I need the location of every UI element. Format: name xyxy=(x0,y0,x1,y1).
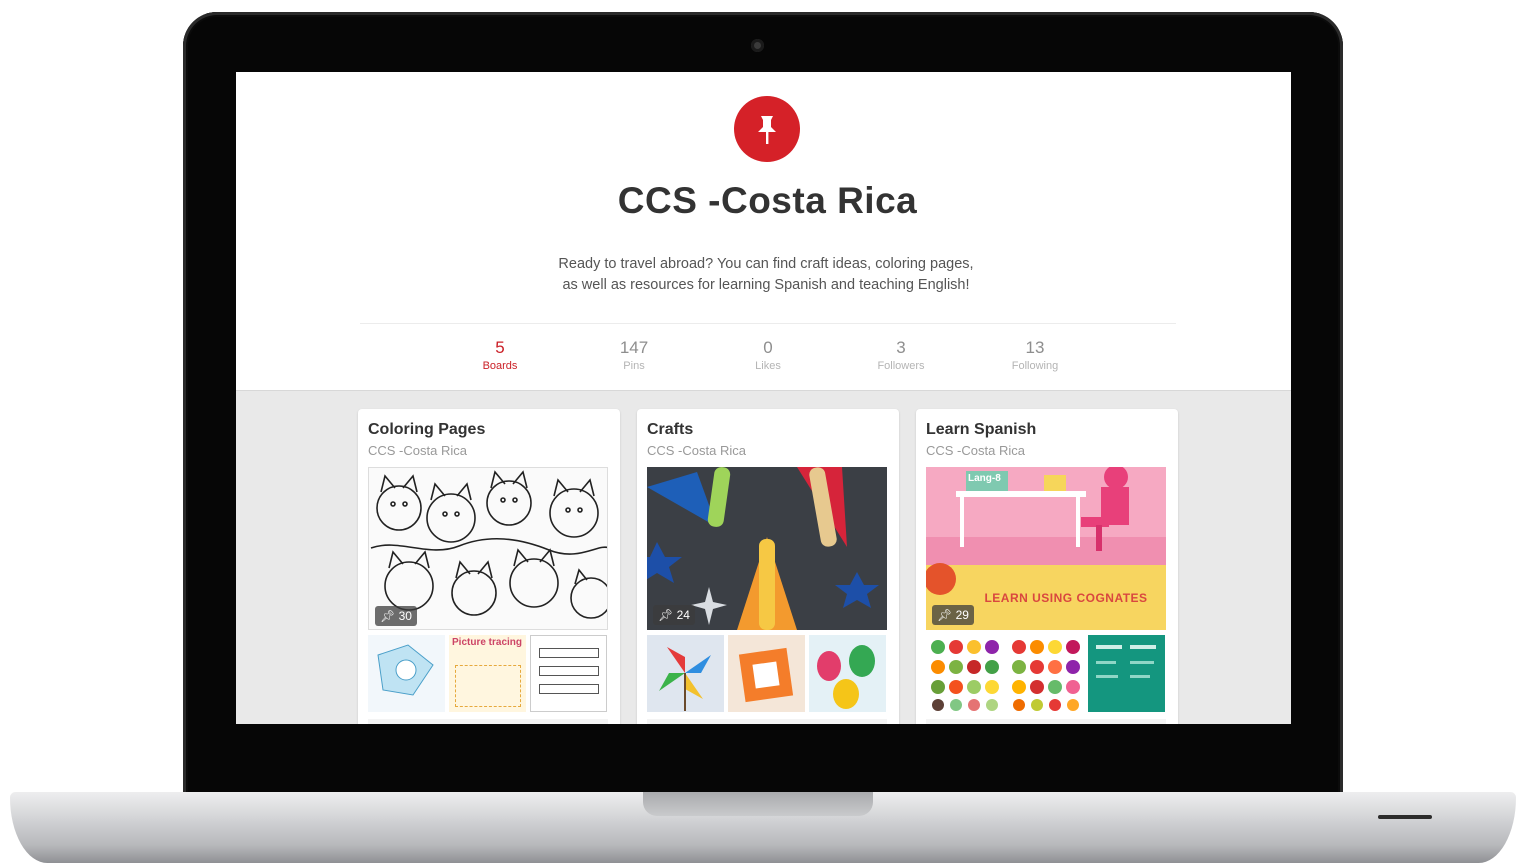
pushpin-icon: 📌︎ xyxy=(658,608,674,622)
description-line-2: as well as resources for learning Spanis… xyxy=(562,277,970,293)
pins-label: Pins xyxy=(623,360,645,372)
description-line-1: Ready to travel abroad? You can find cra… xyxy=(558,256,974,272)
coloring-thumbnail-image xyxy=(377,644,434,696)
board-more-row xyxy=(647,719,887,724)
pins-count: 147 xyxy=(619,338,649,357)
pin-count-badge: 📌︎ 30 xyxy=(375,606,417,626)
pin-count-badge: 📌︎ 24 xyxy=(653,605,695,625)
board-thumbnail[interactable]: Picture tracing xyxy=(449,635,526,712)
following-count: 13 xyxy=(1025,338,1045,357)
board-owner[interactable]: CCS -Costa Rica xyxy=(926,443,1025,458)
board-thumbnail[interactable] xyxy=(926,635,1003,712)
cover-tag: Lang-8 xyxy=(968,473,1001,484)
stats-divider xyxy=(360,323,1176,324)
board-card-learn-spanish[interactable]: Learn Spanish CCS -Costa Rica Lang-8 LEA… xyxy=(916,409,1178,724)
board-more-row xyxy=(368,719,608,724)
pin-count: 30 xyxy=(398,609,412,623)
likes-count: 0 xyxy=(763,338,773,357)
board-thumbnail[interactable] xyxy=(368,635,445,712)
pushpin-icon: 📌︎ xyxy=(380,609,396,623)
pinwheel-image xyxy=(659,647,711,711)
board-cover-image[interactable]: Lang-8 LEARN USING COGNATES 📌︎ 29 xyxy=(926,467,1166,630)
board-thumbnail[interactable] xyxy=(530,635,607,712)
webcam-icon xyxy=(751,39,764,52)
pin-count: 29 xyxy=(955,608,969,622)
laptop-screen: CCS -Costa Rica Ready to travel abroad? … xyxy=(236,72,1291,724)
board-thumbnail[interactable] xyxy=(1088,635,1165,712)
board-card-coloring-pages[interactable]: Coloring Pages CCS -Costa Rica 📌︎ 30 Pic… xyxy=(358,409,620,724)
board-card-crafts[interactable]: Crafts CCS -Costa Rica 📌︎ 24 xyxy=(637,409,899,724)
pin-count-badge: 📌︎ 29 xyxy=(932,605,974,625)
board-more-row xyxy=(926,719,1166,724)
boards-label: Boards xyxy=(482,360,518,372)
board-title: Crafts xyxy=(647,421,694,438)
following-label: Following xyxy=(1011,360,1059,372)
board-title: Coloring Pages xyxy=(368,421,486,438)
laptop-indicator xyxy=(1378,815,1432,819)
boards-count: 5 xyxy=(495,338,505,357)
cover-caption: LEARN USING COGNATES xyxy=(984,591,1148,605)
board-thumbnail[interactable] xyxy=(647,635,724,712)
tab-followers[interactable]: 3 Followers xyxy=(841,338,961,372)
board-owner[interactable]: CCS -Costa Rica xyxy=(647,443,746,458)
pin-count: 24 xyxy=(676,608,690,622)
board-cover-image[interactable]: 📌︎ 30 xyxy=(368,467,608,630)
tab-likes[interactable]: 0 Likes xyxy=(708,338,828,372)
followers-count: 3 xyxy=(896,338,906,357)
likes-label: Likes xyxy=(755,360,781,372)
board-thumbnail[interactable] xyxy=(1007,635,1084,712)
thumbnail-caption: Picture tracing xyxy=(452,637,523,648)
board-title: Learn Spanish xyxy=(926,421,1037,438)
pushpin-icon xyxy=(758,116,776,144)
tab-pins[interactable]: 147 Pins xyxy=(574,338,694,372)
board-thumbnail[interactable] xyxy=(728,635,805,712)
followers-label: Followers xyxy=(877,360,925,372)
profile-avatar[interactable] xyxy=(734,96,800,162)
fruits-chart-image xyxy=(1012,640,1080,711)
board-cover-image[interactable]: 📌︎ 24 xyxy=(647,467,887,630)
profile-name: CCS -Costa Rica xyxy=(617,180,918,221)
laptop-opening-notch xyxy=(643,792,873,816)
board-thumbnail[interactable] xyxy=(809,635,886,712)
tab-following[interactable]: 13 Following xyxy=(975,338,1095,372)
tab-boards[interactable]: 5 Boards xyxy=(440,338,560,372)
vegetables-chart-image xyxy=(931,640,999,711)
board-owner[interactable]: CCS -Costa Rica xyxy=(368,443,467,458)
pushpin-icon: 📌︎ xyxy=(937,608,953,622)
profile-description: Ready to travel abroad? You can find cra… xyxy=(516,254,1016,296)
